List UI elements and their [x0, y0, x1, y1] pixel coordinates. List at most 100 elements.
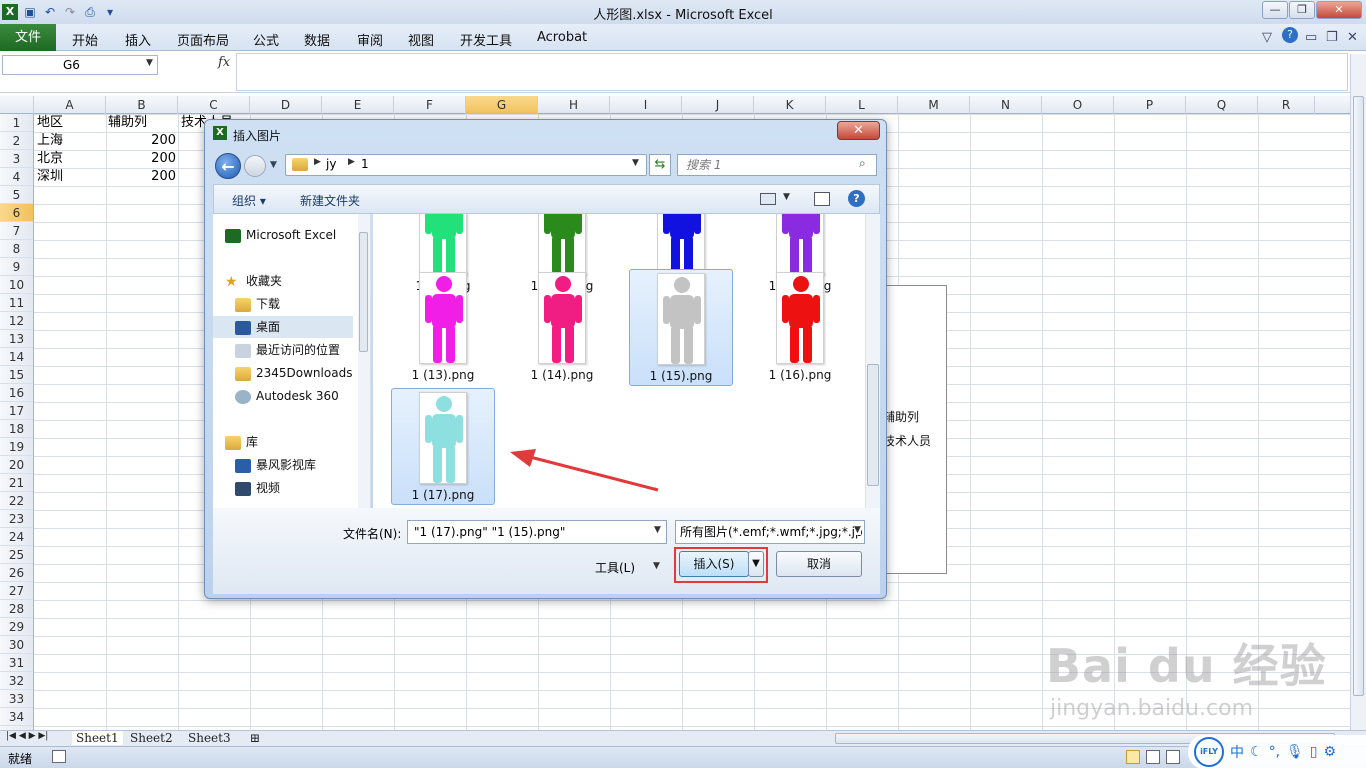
- page-layout-view-icon[interactable]: [1146, 750, 1160, 764]
- tab-home[interactable]: 开始: [72, 30, 98, 49]
- row-header-14[interactable]: 14: [0, 348, 33, 366]
- row-header-25[interactable]: 25: [0, 546, 33, 564]
- column-header-o[interactable]: O: [1042, 96, 1114, 114]
- view-dropdown-icon[interactable]: ▼: [783, 192, 790, 202]
- nav-scrollbar[interactable]: [358, 214, 370, 508]
- maximize-button[interactable]: ❐: [1289, 1, 1315, 19]
- sheet-tab-2[interactable]: Sheet2: [130, 731, 173, 745]
- vertical-scrollbar[interactable]: [1350, 54, 1366, 730]
- row-header-17[interactable]: 17: [0, 402, 33, 420]
- nav-2345downloads[interactable]: 2345Downloads: [235, 362, 353, 384]
- ime-toolbar[interactable]: iFLY 中 ☾ °, 🎙 ▯ ⚙: [1188, 735, 1366, 769]
- row-header-1[interactable]: 1: [0, 114, 33, 132]
- cancel-button[interactable]: 取消: [776, 551, 862, 577]
- cell-b1[interactable]: 辅助列: [108, 114, 147, 132]
- help-icon[interactable]: ?: [1282, 27, 1298, 43]
- cell-b3[interactable]: 200: [106, 150, 176, 168]
- chart-object[interactable]: 辅助列 技术人员: [883, 285, 947, 574]
- address-dropdown-icon[interactable]: ▼: [632, 158, 639, 168]
- cell-b4[interactable]: 200: [106, 168, 176, 186]
- row-header-11[interactable]: 11: [0, 294, 33, 312]
- refresh-icon[interactable]: ⇆: [649, 154, 671, 176]
- column-header-l[interactable]: L: [826, 96, 898, 114]
- close-window-button[interactable]: ✕: [1316, 1, 1362, 19]
- formula-input[interactable]: [236, 53, 1348, 91]
- row-header-34[interactable]: 34: [0, 708, 33, 726]
- row-header-24[interactable]: 24: [0, 528, 33, 546]
- cell-a3[interactable]: 北京: [37, 150, 63, 168]
- workbook-minimize-icon[interactable]: ▭: [1305, 30, 1317, 45]
- microphone-icon[interactable]: 🎙: [1286, 744, 1304, 760]
- organize-button[interactable]: 组织 ▾: [232, 192, 266, 209]
- punctuation-icon[interactable]: °,: [1269, 744, 1280, 760]
- minimize-ribbon-icon[interactable]: ▽: [1262, 30, 1272, 45]
- column-header-q[interactable]: Q: [1186, 96, 1258, 114]
- file-thumbnail[interactable]: 1 (13).png: [391, 269, 495, 386]
- tools-button[interactable]: 工具(L): [595, 559, 635, 576]
- search-icon[interactable]: ⌕: [859, 156, 866, 171]
- column-header-p[interactable]: P: [1114, 96, 1186, 114]
- tab-page-layout[interactable]: 页面布局: [177, 30, 229, 49]
- column-header-f[interactable]: F: [394, 96, 466, 114]
- tab-view[interactable]: 视图: [408, 30, 434, 49]
- row-header-18[interactable]: 18: [0, 420, 33, 438]
- row-header-16[interactable]: 16: [0, 384, 33, 402]
- tab-file[interactable]: 文件: [0, 24, 56, 51]
- preview-pane-icon[interactable]: [814, 192, 830, 206]
- nav-desktop[interactable]: 桌面: [213, 316, 353, 338]
- column-header-h[interactable]: H: [538, 96, 610, 114]
- tab-developer[interactable]: 开发工具: [460, 30, 512, 49]
- cell-a2[interactable]: 上海: [37, 132, 63, 150]
- column-header-m[interactable]: M: [898, 96, 970, 114]
- insert-button[interactable]: 插入(S): [679, 551, 749, 577]
- dialog-help-icon[interactable]: ?: [848, 190, 865, 207]
- column-header-i[interactable]: I: [610, 96, 682, 114]
- address-bar[interactable]: ▶ jy ▶ 1 ▼: [285, 154, 647, 176]
- nav-recent-places[interactable]: 最近访问的位置: [235, 339, 375, 361]
- insert-dropdown-icon[interactable]: ▼: [748, 551, 764, 577]
- file-thumbnail[interactable]: 1 (16).png: [748, 269, 852, 386]
- workbook-close-icon[interactable]: ✕: [1347, 30, 1358, 45]
- name-box[interactable]: G6: [2, 55, 158, 75]
- workbook-restore-icon[interactable]: ❐: [1326, 30, 1338, 45]
- nav-libraries[interactable]: 库: [225, 431, 365, 453]
- row-header-4[interactable]: 4: [0, 168, 33, 186]
- select-all-corner[interactable]: [0, 96, 34, 114]
- filetype-dropdown-icon[interactable]: ▼: [854, 525, 861, 535]
- tab-insert[interactable]: 插入: [125, 30, 151, 49]
- row-header-22[interactable]: 22: [0, 492, 33, 510]
- row-header-5[interactable]: 5: [0, 186, 33, 204]
- column-header-c[interactable]: C: [178, 96, 250, 114]
- tab-review[interactable]: 审阅: [357, 30, 383, 49]
- row-header-12[interactable]: 12: [0, 312, 33, 330]
- breadcrumb-jy[interactable]: jy: [326, 157, 336, 171]
- filename-dropdown-icon[interactable]: ▼: [654, 525, 661, 535]
- tools-dropdown-icon[interactable]: ▼: [653, 561, 660, 571]
- row-header-29[interactable]: 29: [0, 618, 33, 636]
- cell-a1[interactable]: 地区: [37, 114, 63, 132]
- nav-videos[interactable]: 视频: [235, 477, 375, 499]
- insert-sheet-icon[interactable]: ⊞: [250, 731, 260, 745]
- row-header-7[interactable]: 7: [0, 222, 33, 240]
- macro-record-icon[interactable]: [52, 750, 66, 763]
- row-header-21[interactable]: 21: [0, 474, 33, 492]
- nav-storm-video[interactable]: 暴风影视库: [235, 454, 375, 476]
- change-view-icon[interactable]: [760, 193, 776, 205]
- cell-a4[interactable]: 深圳: [37, 168, 63, 186]
- breadcrumb-1[interactable]: 1: [361, 157, 369, 171]
- row-header-10[interactable]: 10: [0, 276, 33, 294]
- back-arrow-icon[interactable]: ←: [215, 153, 241, 179]
- dialog-close-button[interactable]: ✕: [837, 121, 880, 140]
- row-header-8[interactable]: 8: [0, 240, 33, 258]
- insert-function-icon[interactable]: fx: [218, 55, 230, 70]
- row-header-13[interactable]: 13: [0, 330, 33, 348]
- file-thumbnail[interactable]: 1 (14).png: [510, 269, 614, 386]
- sheet-tab-3[interactable]: Sheet3: [188, 731, 231, 745]
- moon-icon[interactable]: ☾: [1250, 744, 1263, 760]
- name-box-dropdown-icon[interactable]: ▼: [146, 58, 153, 68]
- file-thumbnail[interactable]: 1 (15).png: [629, 269, 733, 386]
- row-header-33[interactable]: 33: [0, 690, 33, 708]
- cell-b2[interactable]: 200: [106, 132, 176, 150]
- settings-icon[interactable]: ⚙: [1324, 744, 1337, 760]
- nav-downloads[interactable]: 下载: [235, 293, 375, 315]
